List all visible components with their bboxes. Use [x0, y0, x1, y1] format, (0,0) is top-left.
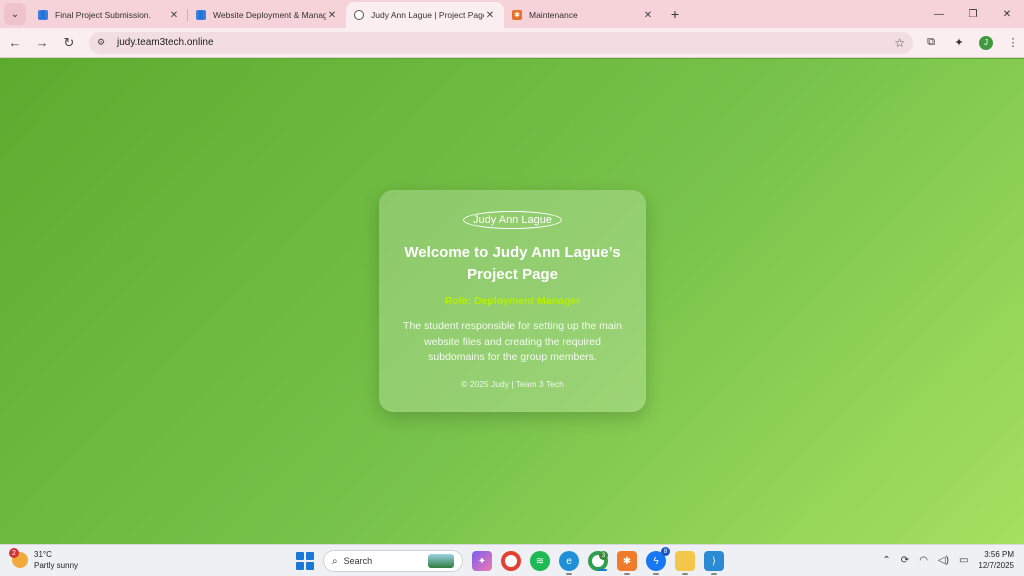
minimize-icon: —	[934, 8, 944, 20]
url-text[interactable]: judy.team3tech.online	[117, 37, 894, 48]
close-icon[interactable]: ✕	[326, 10, 338, 21]
weather-temp: 31°C	[34, 550, 52, 559]
chevron-down-icon: ⌄	[10, 8, 20, 20]
clock-time: 3:56 PM	[984, 550, 1014, 559]
running-indicator	[624, 573, 630, 575]
new-tab-button[interactable]: +	[664, 3, 686, 25]
tab-title: Website Deployment & Manag	[213, 10, 326, 20]
running-indicator	[653, 573, 659, 575]
clock[interactable]: 3:56 PM 12/7/2025	[978, 549, 1014, 571]
notification-badge: 8	[661, 547, 670, 556]
taskbar-apps: ⌕ Search ✦ ≋ e 3 ✱ ϟ 8 ⟩	[296, 547, 724, 575]
weather-text: 31°C Partly sunny	[34, 549, 78, 571]
wifi-icon[interactable]: ◠	[919, 555, 928, 566]
close-window-button[interactable]: ✕	[990, 0, 1024, 28]
volume-icon[interactable]: ◁)	[938, 555, 949, 566]
running-indicator	[711, 573, 717, 575]
arrow-left-icon: ←	[8, 35, 22, 50]
profile-avatar[interactable]: J	[979, 35, 993, 50]
search-highlight-image	[428, 554, 454, 568]
edge-icon[interactable]: e	[559, 551, 579, 575]
classroom-icon: 👤	[196, 10, 206, 20]
logo: Judy Ann Lague	[463, 211, 562, 229]
classroom-icon: 👤	[38, 10, 48, 20]
chrome-profile-icon[interactable]: 3	[588, 551, 608, 571]
system-tray: ⌃ ⟳ ◠ ◁) ▭ 3:56 PM 12/7/2025	[882, 549, 1014, 571]
running-indicator	[566, 573, 572, 575]
plus-icon: +	[670, 6, 680, 22]
project-card: Judy Ann Lague Welcome to Judy Ann Lague…	[379, 190, 646, 412]
bookmark-star-icon[interactable]: ☆	[894, 36, 905, 50]
role-description: The student responsible for setting up t…	[403, 320, 622, 363]
globe-icon	[354, 10, 364, 20]
windows-logo-pane	[296, 552, 304, 560]
reload-icon: ↻	[63, 34, 75, 50]
tab-website-deployment[interactable]: 👤 Website Deployment & Manag ✕	[188, 2, 346, 28]
copilot-icon[interactable]: ✦	[472, 551, 492, 571]
battery-icon[interactable]: ▭	[959, 555, 968, 566]
reload-button[interactable]: ↻	[57, 31, 81, 55]
weather-widget[interactable]: 2 31°C Partly sunny	[9, 548, 78, 571]
back-button[interactable]: ←	[3, 31, 27, 55]
running-indicator	[682, 573, 688, 575]
close-icon: ✕	[1002, 8, 1012, 20]
close-icon[interactable]: ✕	[484, 10, 496, 21]
notification-badge: 3	[599, 551, 608, 560]
tab-title: Judy Ann Lague | Project Page	[371, 10, 484, 20]
more-menu-icon[interactable]: ⋮	[1005, 35, 1021, 51]
tab-strip: ⌄ 👤 Final Project Submission. ✕ 👤 Websit…	[0, 0, 1024, 28]
tab-maintenance[interactable]: ✱ Maintenance ✕	[504, 2, 662, 28]
toolbar-actions: ⧉ ✦ J ⋮	[923, 35, 1021, 51]
windows-logo-pane	[306, 552, 314, 560]
chrome-icon[interactable]	[501, 551, 521, 571]
chevron-up-icon[interactable]: ⌃	[882, 555, 890, 566]
tab-final-project[interactable]: 👤 Final Project Submission. ✕	[30, 2, 188, 28]
file-explorer-icon[interactable]	[675, 551, 695, 575]
browser-toolbar: ← → ↻ ⚙ judy.team3tech.online ☆ ⧉ ✦ J ⋮	[0, 28, 1024, 58]
weather-badge: 2	[9, 548, 19, 558]
xampp-icon: ✱	[512, 10, 522, 20]
site-settings-icon[interactable]: ⚙	[97, 37, 111, 48]
gemini-icon[interactable]: ✦	[951, 35, 967, 51]
address-bar[interactable]: ⚙ judy.team3tech.online ☆	[89, 31, 913, 54]
weather-desc: Partly sunny	[34, 561, 79, 570]
windows-logo-pane	[296, 562, 304, 570]
tab-search-button[interactable]: ⌄	[4, 3, 26, 25]
tab-title: Maintenance	[529, 10, 578, 20]
restore-button[interactable]: ❐	[956, 0, 990, 28]
restore-icon: ❐	[968, 8, 978, 20]
page-title: Welcome to Judy Ann Lague’s Project Page	[404, 244, 621, 283]
taskbar-search[interactable]: ⌕ Search	[323, 550, 463, 572]
sync-icon[interactable]: ⟳	[901, 555, 909, 566]
active-indicator	[597, 569, 607, 571]
arrow-right-icon: →	[35, 35, 49, 50]
messenger-icon[interactable]: ϟ 8	[646, 547, 670, 575]
tab-title: Final Project Submission.	[55, 10, 151, 20]
card-footer: © 2025 Judy | Team 3 Tech	[461, 379, 564, 389]
clock-date: 12/7/2025	[978, 561, 1014, 570]
minimize-button[interactable]: —	[922, 0, 956, 28]
start-button[interactable]	[296, 552, 314, 570]
close-icon[interactable]: ✕	[168, 10, 180, 21]
tab-project-page[interactable]: Judy Ann Lague | Project Page ✕	[346, 2, 504, 28]
weather-icon: 2	[9, 548, 28, 568]
vscode-icon[interactable]: ⟩	[704, 551, 724, 575]
forward-button[interactable]: →	[30, 31, 54, 55]
taskbar: 2 31°C Partly sunny ⌕ Search ✦ ≋ e 3 ✱ ϟ…	[0, 544, 1024, 576]
spotify-icon[interactable]: ≋	[530, 551, 550, 571]
page-background: Judy Ann Lague Welcome to Judy Ann Lague…	[0, 59, 1024, 544]
close-icon[interactable]: ✕	[642, 10, 654, 21]
search-label: Search	[343, 556, 373, 566]
window-controls: — ❐ ✕	[922, 0, 1024, 28]
xampp-icon[interactable]: ✱	[617, 551, 637, 575]
role-label: Role: Deployment Manager	[444, 295, 581, 307]
search-icon: ⌕	[332, 555, 338, 567]
extensions-icon[interactable]: ⧉	[923, 35, 939, 51]
windows-logo-pane	[306, 562, 314, 570]
